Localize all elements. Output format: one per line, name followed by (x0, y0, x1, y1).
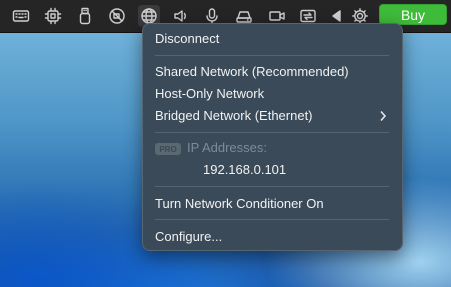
menu-item-configure[interactable]: Configure... (155, 228, 222, 246)
menu-item-bridged-network[interactable]: Bridged Network (Ethernet) (155, 107, 313, 125)
network-menu: Disconnect Shared Network (Recommended) … (142, 23, 403, 251)
buy-button[interactable]: Buy (379, 4, 447, 25)
chevron-right-icon (378, 110, 388, 122)
ip-address-value: 192.168.0.101 (203, 162, 287, 177)
menu-item-disconnect[interactable]: Disconnect (155, 30, 219, 48)
menu-item-network-conditioner[interactable]: Turn Network Conditioner On (155, 195, 324, 213)
menu-item-shared-network[interactable]: Shared Network (Recommended) (155, 63, 349, 81)
usb-icon[interactable] (74, 5, 96, 27)
menu-separator (155, 55, 389, 56)
no-camera-icon[interactable] (106, 5, 128, 27)
menu-separator (155, 132, 389, 133)
keyboard-icon[interactable] (10, 5, 32, 27)
pro-badge: PRO (155, 143, 181, 155)
cpu-icon[interactable] (42, 5, 64, 27)
ip-addresses-label: IP Addresses: (187, 140, 267, 155)
menu-separator (155, 186, 389, 187)
menu-separator (155, 219, 389, 220)
menu-item-host-only-network[interactable]: Host-Only Network (155, 85, 264, 103)
